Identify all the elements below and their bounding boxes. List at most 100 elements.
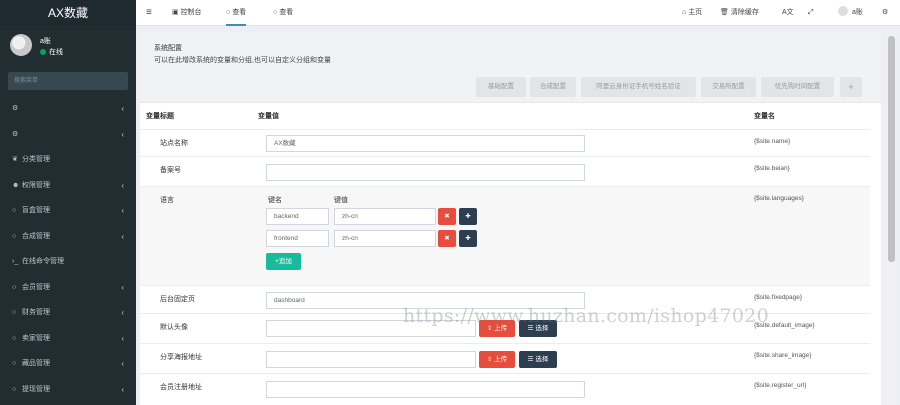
- sidebar-item-seller[interactable]: ○ 卖家管理 ‹: [0, 326, 136, 352]
- table-row: 后台固定页 dashboard {$site.fixedpage}: [140, 285, 870, 313]
- page-description: 可以在此增改系统的变量和分组,也可以自定义分组和变量: [154, 57, 331, 64]
- table-row: 站点名称 AX数藏 {$site.name}: [140, 129, 870, 156]
- site-name-input[interactable]: AX数藏: [266, 135, 585, 152]
- dashboard-icon: ▣: [172, 9, 181, 16]
- sidebar-item-settings[interactable]: ⚙ ‹: [0, 122, 136, 148]
- avatar: [838, 6, 848, 16]
- default-image-input[interactable]: [266, 320, 476, 337]
- sidebar-item-finance[interactable]: ○ 财务管理 ‹: [0, 300, 136, 326]
- sidebar-item-label: 会员管理: [22, 283, 50, 291]
- row-var: {$site.register_url}: [754, 382, 807, 389]
- fullscreen-icon[interactable]: ⤢: [808, 0, 814, 26]
- users-icon: ☻: [12, 181, 20, 189]
- avatar: [10, 34, 32, 56]
- beian-input[interactable]: [266, 164, 585, 181]
- choose-label: 选择: [535, 325, 549, 332]
- avatar-small[interactable]: [838, 0, 848, 26]
- remove-pair-button[interactable]: ✖: [438, 230, 456, 247]
- tab-priority-time-config[interactable]: 优先购时间配置: [761, 77, 834, 97]
- sidebar-item-general[interactable]: ⚙ ‹: [0, 96, 136, 122]
- remove-pair-button[interactable]: ✖: [438, 208, 456, 225]
- panel-header: 系统配置 可以在此增改系统的变量和分组,也可以自定义分组和变量 基础配置 合成配…: [140, 33, 881, 103]
- sidebar-item-blindbox[interactable]: ○ 盲盒管理 ‹: [0, 198, 136, 224]
- add-group-button[interactable]: +: [840, 77, 862, 97]
- sub-header-key: 键名: [268, 197, 282, 204]
- chevron-left-icon: ‹: [121, 384, 124, 394]
- row-var: {$site.fixedpage}: [754, 294, 803, 301]
- choose-button[interactable]: ☰ 选择: [519, 320, 557, 337]
- online-dot-icon: [40, 49, 46, 55]
- sidebar-item-command[interactable]: ›_ 在线命令管理: [0, 249, 136, 275]
- sidebar-item-withdraw[interactable]: ○ 提现管理 ‹: [0, 377, 136, 403]
- sidebar-item-label: 分类管理: [22, 156, 50, 163]
- home-link[interactable]: ⌂ 主页: [682, 0, 702, 26]
- header-value: 变量值: [258, 113, 279, 120]
- sidebar-item-auth[interactable]: ☻ 权限管理 ‹: [0, 173, 136, 199]
- page-title: 系统配置: [154, 45, 182, 52]
- brand-logo[interactable]: AX数藏: [0, 0, 136, 26]
- lang-value-input[interactable]: zh-cn: [334, 208, 436, 225]
- lang-value-input[interactable]: zh-cn: [334, 230, 436, 247]
- header-var: 变量名: [754, 113, 775, 120]
- chevron-left-icon: ‹: [121, 359, 124, 368]
- upload-button[interactable]: ⇪ 上传: [479, 351, 515, 368]
- share-image-input[interactable]: [266, 351, 476, 368]
- row-var: {$site.beian}: [754, 165, 790, 172]
- chevron-left-icon: ‹: [121, 129, 124, 139]
- sidebar-item-category[interactable]: ❦ 分类管理: [0, 147, 136, 173]
- table-row: 默认头像 ⇪ 上传 ☰ 选择 {$site.default_image}: [140, 313, 870, 343]
- sidebar-item-label: 在线命令管理: [22, 258, 64, 265]
- tab-view-active[interactable]: ○ 查看: [226, 0, 247, 26]
- tab-label: 控制台: [180, 9, 202, 16]
- vertical-scrollbar[interactable]: [887, 33, 896, 405]
- tab-exchange-config[interactable]: 交易所配置: [701, 77, 756, 97]
- user-status: 在线: [40, 47, 63, 57]
- table-row: 语言 键名 键值 backend zh-cn ✖ ✚ frontend zh-c…: [140, 186, 870, 285]
- row-label: 会员注册地址: [160, 384, 202, 391]
- sidebar-item-member[interactable]: ○ 会员管理 ‹: [0, 275, 136, 301]
- table-row: 会员注册地址 {$site.register_url}: [140, 373, 870, 405]
- chevron-left-icon: ‹: [121, 180, 124, 190]
- home-label: 主页: [688, 9, 703, 16]
- circle-icon: ○: [12, 385, 17, 393]
- lang-key-input[interactable]: frontend: [266, 230, 329, 247]
- tab-basic-config[interactable]: 基础配置: [476, 77, 526, 97]
- row-var: {$site.default_image}: [754, 322, 815, 329]
- drag-pair-button[interactable]: ✚: [459, 230, 477, 247]
- clear-cache-label: 清除缓存: [730, 9, 759, 16]
- scrollbar-thumb[interactable]: [888, 36, 895, 262]
- lang-key-input[interactable]: backend: [266, 208, 329, 225]
- sub-header-val: 键值: [334, 197, 348, 204]
- top-navbar: ≡ ▣ 控制台 ○ 查看 ○ 查看 ⌂ 主页 🗑 清除缓存 A文 ⤢ a账 ⚙: [136, 0, 900, 26]
- sidebar-item-collection[interactable]: ○ 藏品管理 ‹: [0, 351, 136, 377]
- circle-icon: ○: [12, 334, 17, 342]
- drag-pair-button[interactable]: ✚: [459, 208, 477, 225]
- upload-label: 上传: [494, 325, 508, 332]
- language-icon[interactable]: A文: [782, 0, 794, 26]
- row-label: 默认头像: [160, 324, 188, 331]
- tab-aliyun-verify[interactable]: 阿里云身份证手机号姓名验证: [581, 77, 696, 97]
- tab-label: 查看: [232, 9, 247, 16]
- register-url-input[interactable]: [266, 381, 585, 398]
- tab-synthesis-config[interactable]: 合成配置: [530, 77, 576, 97]
- move-icon: ✚: [465, 213, 471, 220]
- cogs-icon: ⚙: [12, 130, 19, 138]
- chevron-left-icon: ‹: [121, 231, 124, 241]
- menu-toggle-icon[interactable]: ≡: [146, 0, 152, 26]
- tab-view[interactable]: ○ 查看: [273, 0, 293, 26]
- row-label: 分享海报地址: [160, 354, 202, 361]
- tab-dashboard[interactable]: ▣ 控制台: [172, 0, 202, 26]
- top-username[interactable]: a账: [852, 0, 863, 26]
- choose-button[interactable]: ☰ 选择: [519, 351, 557, 368]
- sidebar-search-input[interactable]: 搜索菜单: [8, 72, 128, 90]
- upload-button[interactable]: ⇪ 上传: [479, 320, 515, 337]
- clear-cache-button[interactable]: 🗑 清除缓存: [720, 0, 759, 26]
- terminal-icon: ›_: [12, 258, 19, 265]
- append-button[interactable]: +追加: [266, 253, 301, 270]
- settings-gear-icon[interactable]: ⚙: [882, 0, 888, 26]
- sidebar-item-synthesis[interactable]: ○ 合成管理 ‹: [0, 224, 136, 250]
- fixed-page-input[interactable]: dashboard: [266, 292, 585, 309]
- table-row: 分享海报地址 ⇪ 上传 ☰ 选择 {$site.share_image}: [140, 343, 870, 373]
- move-icon: ✚: [465, 235, 471, 242]
- row-var: {$site.name}: [754, 138, 791, 145]
